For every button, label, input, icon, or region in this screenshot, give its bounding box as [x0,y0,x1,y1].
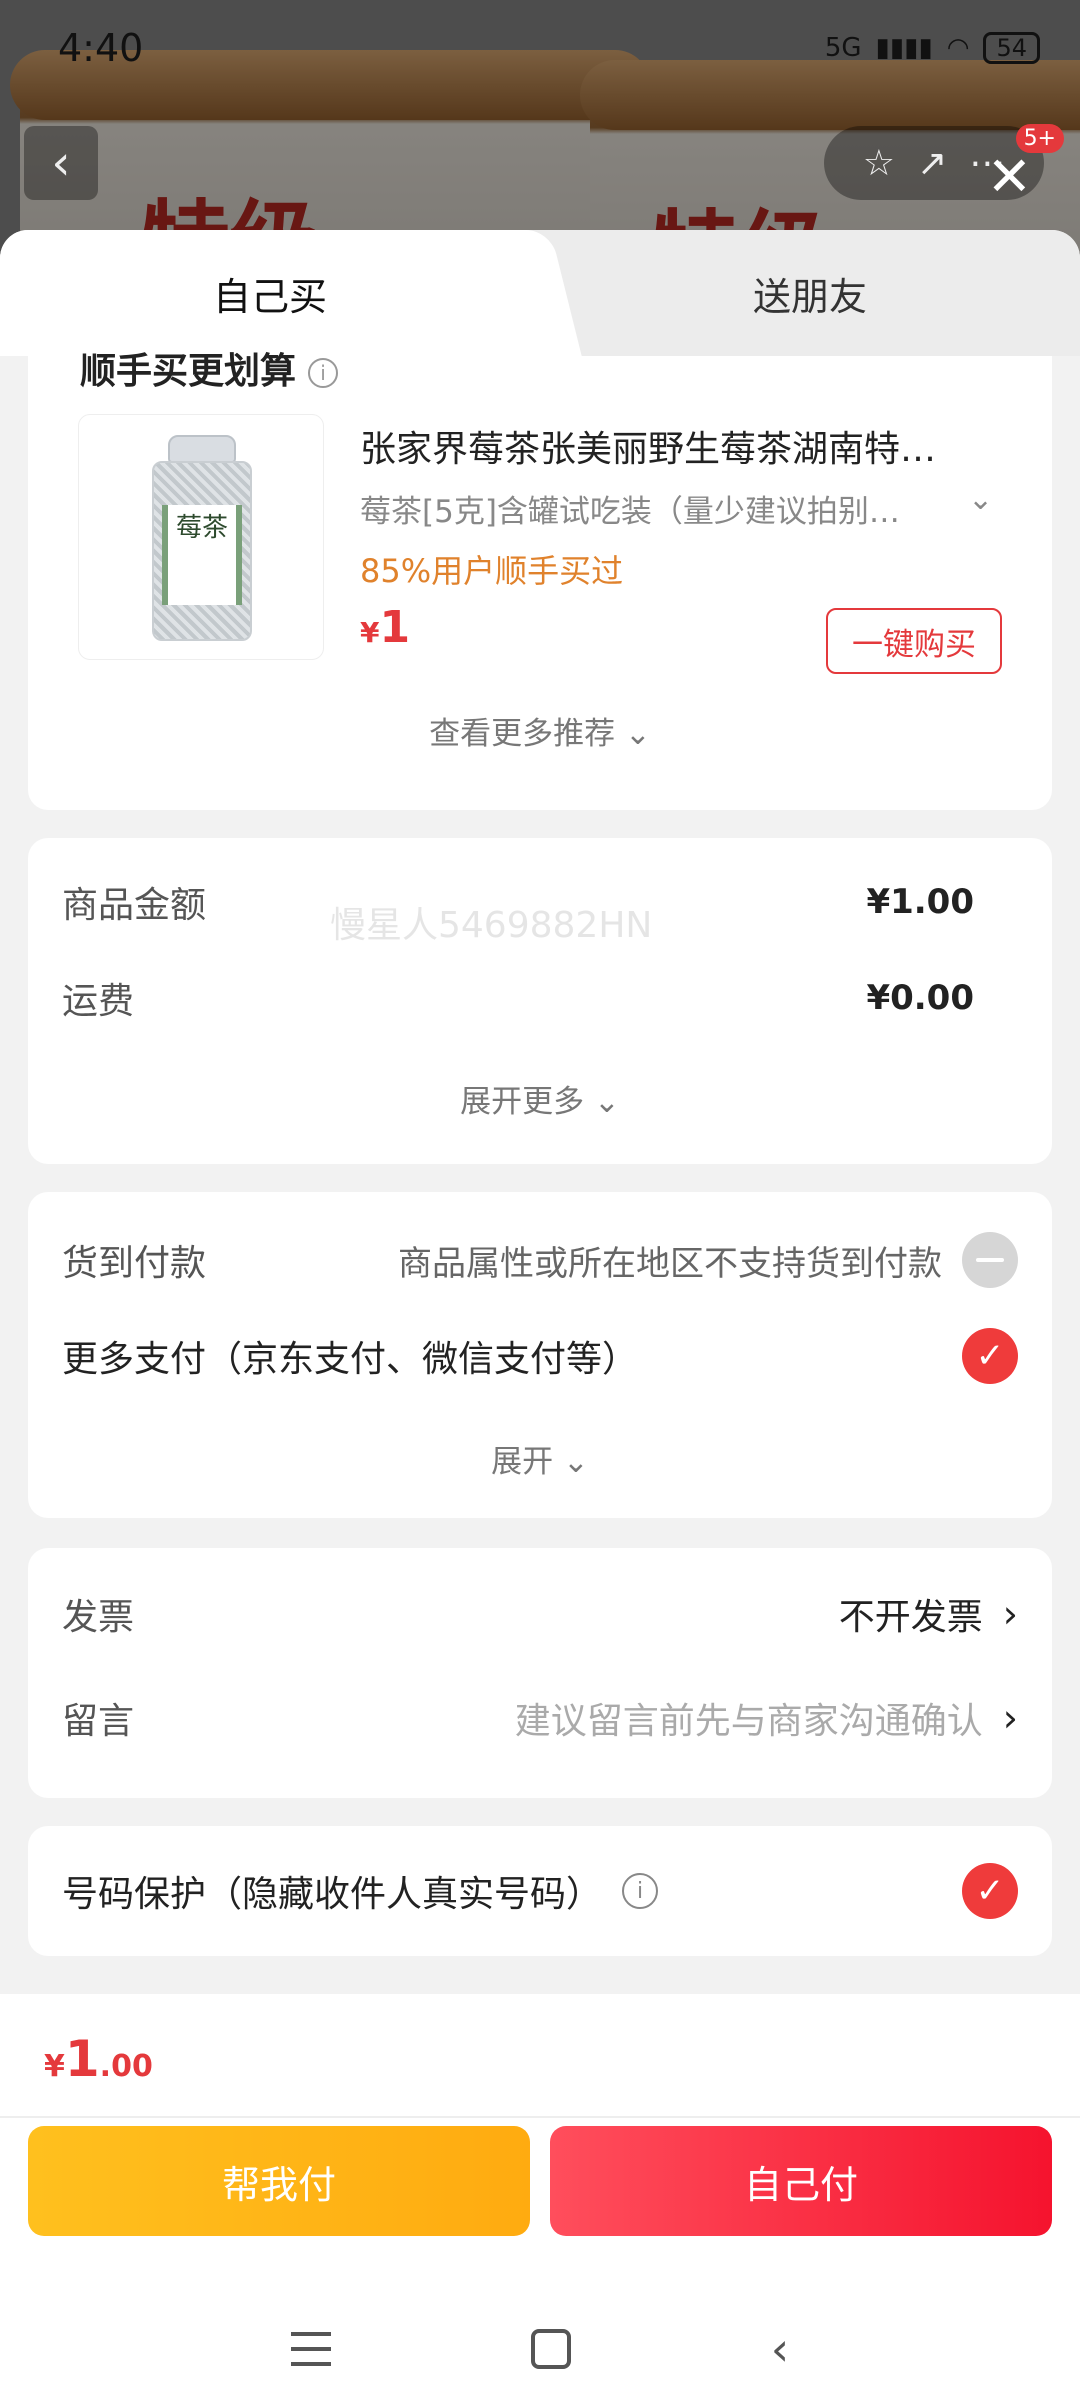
number-protection-label: 号码保护（隐藏收件人真实号码） [62,1874,603,1915]
number-protection-card: 号码保护（隐藏收件人真实号码） i ✓ [28,1826,1052,1956]
jar-label: 莓茶 [162,505,242,605]
tea-jar-image: 莓茶 [152,435,252,645]
payment-card: 货到付款 商品属性或所在地区不支持货到付款 更多支付（京东支付、微信支付等） ✓… [28,1192,1052,1518]
wifi-icon: ◠ [946,33,970,63]
self-pay-button[interactable]: 自己付 [550,2126,1052,2236]
goods-amount-value: ¥1.00 [866,882,974,922]
invoice-card: 发票 不开发票 › 留言 建议留言前先与商家沟通确认 › [28,1548,1052,1798]
purchase-stat: 85%用户顺手买过 [360,552,624,590]
expand-payment-link[interactable]: 展开 ⌄ [28,1436,1052,1481]
battery-icon: 54 [983,32,1040,64]
cod-row: 货到付款 商品属性或所在地区不支持货到付款 [62,1232,1018,1288]
invoice-row[interactable]: 发票 不开发票 › [62,1588,1018,1640]
invoice-value: 不开发票 [838,1597,983,1638]
info-icon[interactable]: i [622,1873,659,1909]
goods-amount-label: 商品金额 [62,885,207,926]
invoice-label: 发票 [62,1597,135,1638]
signal-icon: ▮▮▮▮ [875,33,933,63]
tab-self[interactable]: 自己买 [0,230,540,356]
watermark: 慢星人5469882HN [330,905,653,946]
network-icon: 5G [824,33,862,63]
tab-self-label: 自己买 [212,274,327,319]
back-button[interactable]: ‹ [24,126,98,200]
bottom-bar: ¥1.00 帮我付 自己付 ‹ [0,1994,1080,2400]
tab-gift[interactable]: 送朋友 [540,230,1080,356]
number-protection-row: 号码保护（隐藏收件人真实号码） i ✓ [62,1826,1018,1956]
status-bar: 4:40 5G ▮▮▮▮ ◠ 54 [58,18,1040,78]
disabled-icon [962,1232,1018,1288]
check-icon[interactable]: ✓ [962,1863,1018,1919]
message-row[interactable]: 留言 建议留言前先与商家沟通确认 › [62,1692,1018,1744]
info-icon[interactable]: i [308,358,339,388]
status-time: 4:40 [58,26,144,70]
shipping-row: 运费 ¥0.00 [62,972,1018,1024]
chevron-left-icon: ‹ [51,135,71,191]
back-icon[interactable]: ‹ [771,2322,789,2376]
close-icon[interactable]: ✕ [987,145,1032,208]
more-payment-row[interactable]: 更多支付（京东支付、微信支付等） ✓ [62,1328,1018,1384]
recommend-heading: 顺手买更划算 i [80,342,339,394]
checkout-sheet: 送朋友 自己买 顺手买更划算 i 莓茶 张家界莓茶张美丽野生莓茶湖南特… 莓茶[5… [0,230,1080,2000]
more-recommend-link[interactable]: 查看更多推荐 ⌄ [28,708,1052,753]
shipping-value: ¥0.00 [866,978,974,1018]
purchase-tabs: 送朋友 自己买 [0,230,1080,356]
share-icon[interactable]: ↗ [917,143,947,184]
help-pay-button[interactable]: 帮我付 [28,2126,530,2236]
cod-label: 货到付款 [62,1243,207,1284]
chevron-right-icon: › [1002,1592,1018,1636]
check-icon[interactable]: ✓ [962,1328,1018,1384]
menu-icon[interactable] [290,2332,331,2366]
home-icon[interactable] [530,2329,571,2369]
product-thumbnail[interactable]: 莓茶 [78,414,324,660]
more-payment-label: 更多支付（京东支付、微信支付等） [62,1339,639,1380]
message-placeholder: 建议留言前先与商家沟通确认 [514,1701,983,1742]
star-icon[interactable]: ☆ [863,143,895,184]
product-spec[interactable]: 莓茶[5克]含罐试吃装（量少建议拍别… [360,486,940,531]
shipping-label: 运费 [62,981,135,1022]
chevron-down-icon[interactable]: ⌄ [968,482,993,517]
total-price: ¥1.00 [44,2030,153,2088]
product-title[interactable]: 张家界莓茶张美丽野生莓茶湖南特… [360,420,1010,472]
one-click-buy-button[interactable]: 一键购买 [826,608,1002,674]
message-label: 留言 [62,1701,135,1742]
product-price: ¥1 [360,602,411,653]
price-summary-card: 商品金额 ¥1.00 运费 ¥0.00 展开更多 ⌄ [28,838,1052,1164]
chevron-right-icon: › [1002,1696,1018,1740]
system-nav-bar: ‹ [0,2304,1080,2394]
recommend-card: 顺手买更划算 i 莓茶 张家界莓茶张美丽野生莓茶湖南特… 莓茶[5克]含罐试吃装（… [28,351,1052,810]
cod-note: 商品属性或所在地区不支持货到付款 [398,1243,942,1284]
expand-more-link[interactable]: 展开更多 ⌄ [28,1076,1052,1121]
